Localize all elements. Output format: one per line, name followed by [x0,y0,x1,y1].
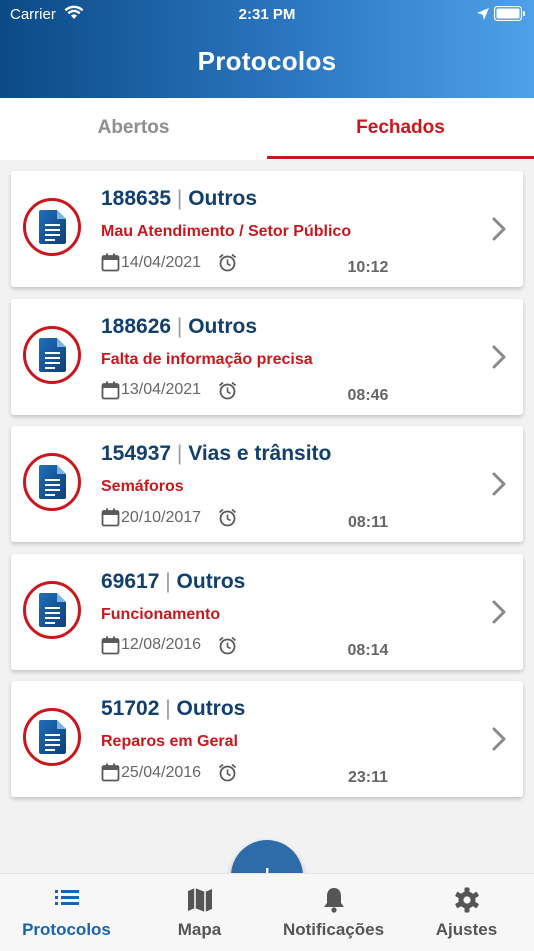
document-icon [23,198,81,256]
protocol-category: Outros [188,314,258,338]
chevron-right-icon[interactable] [491,727,507,751]
protocol-card[interactable]: 188626 | Outros Falta de informação prec… [11,298,523,415]
protocol-card[interactable]: 51702 | Outros Reparos em Geral 25/04/20… [11,681,523,797]
protocol-meta: 20/10/2017 08:11 [101,508,388,532]
protocol-time: 08:11 [347,514,389,531]
nav-label: Protocolos [22,920,111,939]
protocol-number: 188635 [101,187,172,210]
battery-icon [494,6,525,21]
protocol-category: Vias e trânsito [188,442,332,465]
document-icon [23,325,81,384]
protocol-meta: 13/04/2021 08:46 [101,381,388,405]
protocol-time: 08:46 [347,386,389,404]
protocol-number: 188626 [101,314,172,338]
protocol-meta: 14/04/2021 10:12 [101,253,388,277]
chevron-right-icon[interactable] [491,600,507,624]
status-time: 2:31 PM [238,6,296,23]
status-bar: Carrier 2:31 PM [0,0,534,28]
nav-label: Notificações [282,920,385,939]
gear-icon [454,887,479,913]
active-tab-indicator [267,156,534,159]
protocol-subject: Semáforos [101,478,184,495]
tab-fechados[interactable]: Fechados [267,98,534,160]
protocol-subject: Falta de informação precisa [101,350,313,368]
protocol-card[interactable]: 188635 | Outros Mau Atendimento / Setor … [11,171,523,287]
document-icon [23,453,81,511]
protocol-category: Outros [176,569,246,593]
protocol-subject: Reparos em Geral [101,733,238,750]
nav-label: Mapa [177,920,222,939]
tab-abertos[interactable]: Abertos [0,98,267,160]
protocol-subject: Funcionamento [101,605,221,623]
title-separator: | [171,442,189,465]
protocol-category: Outros [176,697,246,720]
protocol-category: Outros [188,187,258,210]
protocol-number: 154937 [101,442,172,465]
protocol-meta: 25/04/2016 23:11 [101,763,388,787]
document-icon [23,708,81,766]
nav-mapa[interactable]: Mapa [133,874,266,951]
location-arrow-icon [477,8,489,20]
chevron-right-icon[interactable] [491,217,507,241]
app-header: Carrier 2:31 PM Protocolos [0,0,534,98]
protocol-number: 69617 [101,569,160,593]
map-icon [187,888,212,912]
title-separator: | [159,569,177,593]
protocol-time: 10:12 [347,259,389,276]
title-separator: | [171,187,189,210]
protocol-card[interactable]: 69617 | Outros Funcionamento 12/08/2016 [11,553,523,670]
protocol-number: 51702 [101,697,160,720]
title-separator: | [159,697,177,720]
protocol-time: 08:14 [347,641,389,659]
page-title: Protocolos [197,46,337,76]
protocol-time: 23:11 [347,769,389,786]
protocol-meta: 12/08/2016 08:14 [101,636,388,660]
bottom-navigation: Protocolos Mapa Notificações Ajustes [0,873,534,951]
chevron-right-icon[interactable] [491,345,507,369]
nav-protocolos[interactable]: Protocolos [0,874,133,951]
title-separator: | [171,314,189,338]
protocol-subject: Mau Atendimento / Setor Público [101,223,352,240]
bell-icon [323,888,344,913]
chevron-right-icon[interactable] [491,472,507,496]
nav-ajustes[interactable]: Ajustes [400,874,533,951]
list-icon [54,890,79,905]
nav-label: Ajustes [435,920,498,939]
protocol-card[interactable]: 154937 | Vias e trânsito Semáforos 20/10… [11,426,523,542]
tab-bar: Abertos Fechados [0,98,534,160]
document-icon [23,580,81,639]
nav-notificacoes[interactable]: Notificações [267,874,400,951]
